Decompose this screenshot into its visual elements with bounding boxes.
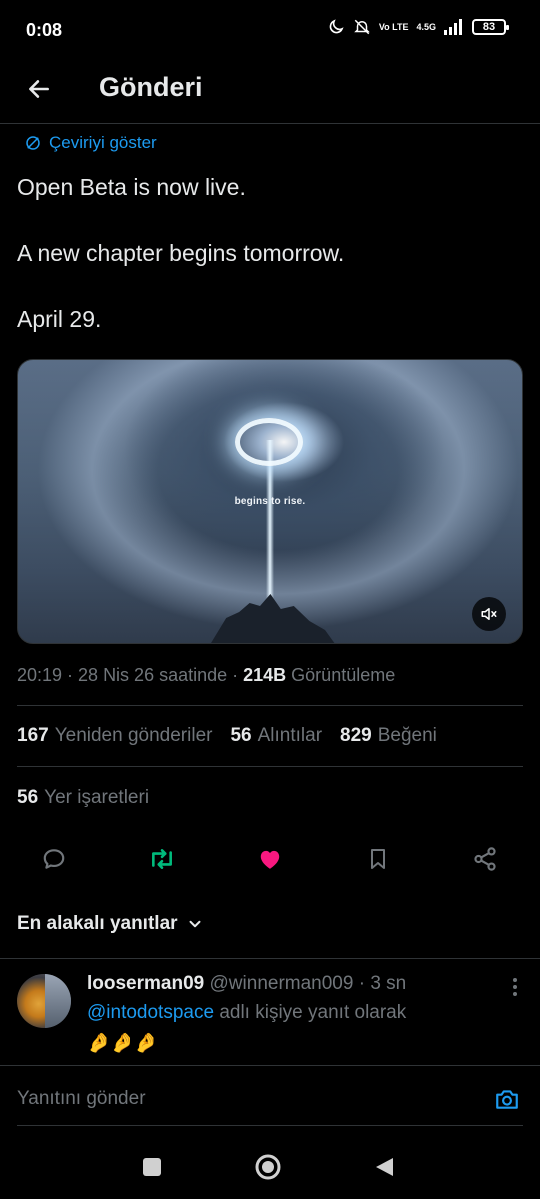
quotes-label: Alıntılar [257, 725, 323, 746]
reply-sort-label: En alakalı yanıtlar [17, 913, 178, 934]
post-meta: 20:19 · 28 Nis 26 saatinde · 214B Görünt… [17, 665, 395, 686]
post-video[interactable]: begins to rise. [17, 359, 523, 644]
repost-icon [152, 849, 172, 869]
translate-icon [26, 136, 40, 150]
circle-icon [255, 1154, 281, 1180]
reply-context: @intodotspace adlı kişiye yanıt olarak [87, 1002, 406, 1024]
quotes-stat[interactable]: 56 Alıntılar [230, 725, 322, 747]
system-nav-bar [0, 1134, 540, 1199]
avatar[interactable] [17, 974, 71, 1028]
likes-stat[interactable]: 829 Beğeni [340, 725, 437, 747]
post-paragraph: April 29. [17, 306, 102, 332]
page-title: Gönderi [99, 72, 203, 102]
more-vertical-icon [513, 978, 517, 996]
triangle-back-icon [376, 1158, 393, 1176]
arrow-left-icon [29, 80, 49, 98]
reply-mention-link[interactable]: @intodotspace [87, 1002, 214, 1023]
bookmark-icon [371, 849, 385, 869]
signal-icon [444, 19, 462, 35]
post-stats: 167 Yeniden gönderiler 56 Alıntılar 829 Beğ… [17, 725, 437, 747]
status-icons: Vo LTE 4.5G 83 [327, 18, 509, 36]
camera-button[interactable] [492, 1084, 522, 1114]
square-icon [143, 1158, 161, 1176]
bell-muted-icon [354, 19, 370, 35]
divider [17, 1125, 523, 1126]
bookmarks-stat[interactable]: 56 Yer işaretleri [17, 787, 149, 809]
views-label: Görüntüleme [286, 665, 396, 685]
reply-icon [43, 849, 65, 869]
divider [17, 766, 523, 767]
translate-label: Çeviriyi göster [49, 133, 157, 152]
post-paragraph: Open Beta is now live. [17, 174, 246, 200]
post-paragraph: A new chapter begins tomorrow. [17, 240, 345, 266]
network-type: 4.5G [416, 21, 436, 32]
action-bar [0, 840, 540, 880]
quotes-count: 56 [230, 725, 252, 746]
battery-indicator: 83 [472, 19, 509, 35]
bookmark-button[interactable] [363, 844, 393, 874]
reply-body: 🤌🤌🤌 [87, 1033, 158, 1054]
bookmarks-count: 56 [17, 787, 39, 808]
top-bar: Gönderi [0, 60, 540, 124]
back-button[interactable] [20, 70, 58, 108]
like-icon [260, 850, 280, 869]
repost-button[interactable] [147, 844, 177, 874]
reposts-label: Yeniden gönderiler [54, 725, 213, 746]
status-time: 0:08 [26, 20, 63, 40]
mute-button[interactable] [472, 597, 506, 631]
divider [17, 705, 523, 706]
reply-header: looserman09 @winnerman009 · 3 sn [87, 973, 406, 995]
views-count: 214B [243, 665, 287, 685]
chevron-down-icon [189, 920, 201, 928]
system-back-button[interactable] [369, 1152, 399, 1182]
reply-button[interactable] [39, 844, 69, 874]
moon-icon [329, 19, 344, 34]
camera-icon [496, 1090, 518, 1109]
likes-count: 829 [340, 725, 372, 746]
translate-link[interactable]: Çeviriyi göster [24, 133, 157, 153]
status-bar: 0:08 Vo LTE 4.5G 83 [0, 0, 540, 60]
volte-indicator: Vo LTE [378, 21, 409, 32]
share-button[interactable] [470, 844, 500, 874]
reply-composer [0, 1076, 540, 1126]
reply-author-handle: @winnerman009 · 3 sn [209, 973, 407, 994]
video-caption: begins to rise. [234, 496, 306, 507]
reply-more-button[interactable] [512, 977, 518, 1002]
like-button[interactable] [255, 844, 285, 874]
likes-label: Beğeni [377, 725, 437, 746]
reply-item[interactable]: looserman09 @winnerman009 · 3 sn @intodo… [0, 958, 540, 1066]
recents-button[interactable] [137, 1152, 167, 1182]
reply-context-text: adlı kişiye yanıt olarak [214, 1002, 407, 1023]
light-halo [235, 418, 303, 466]
reposts-stat[interactable]: 167 Yeniden gönderiler [17, 725, 212, 747]
reply-sort-dropdown[interactable]: En alakalı yanıtlar [17, 913, 204, 935]
volume-muted-icon [481, 608, 497, 620]
reposts-count: 167 [17, 725, 49, 746]
bookmarks-label: Yer işaretleri [44, 787, 150, 808]
reply-input[interactable] [17, 1088, 477, 1110]
home-button[interactable] [253, 1152, 283, 1182]
post-timestamp: 20:19 · 28 Nis 26 saatinde · [17, 665, 244, 685]
share-icon [474, 847, 496, 871]
post-text: Open Beta is now live. A new chapter beg… [17, 172, 522, 370]
reply-author-name[interactable]: looserman09 [87, 973, 204, 994]
